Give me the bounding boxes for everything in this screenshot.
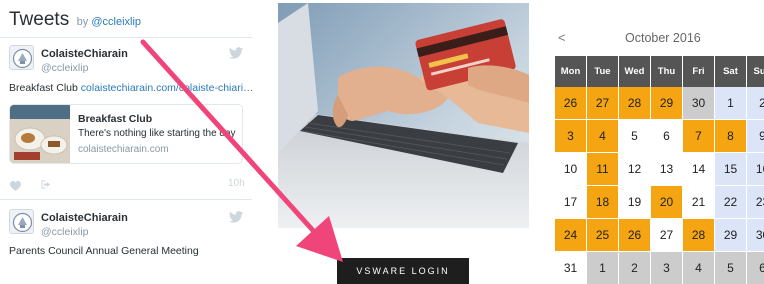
calendar-day[interactable]: 22: [715, 186, 746, 218]
weekday-header: Fri: [683, 56, 714, 87]
avatar[interactable]: [9, 45, 34, 70]
card-url: colaistechiarain.com: [78, 144, 169, 155]
prev-month-icon[interactable]: <: [558, 30, 566, 45]
calendar-day[interactable]: 1: [587, 252, 618, 284]
calendar-grid: Mon Tue Wed Thu Fri Sat Sun 262728293012…: [555, 56, 764, 284]
calendar-day[interactable]: 2: [619, 252, 650, 284]
calendar-day[interactable]: 31: [555, 252, 586, 284]
calendar-day[interactable]: 4: [587, 120, 618, 152]
calendar-week-row: 26 27 28 29 30 1 2: [555, 87, 764, 120]
calendar-day[interactable]: 23: [747, 186, 764, 218]
calendar-weeks: 2627282930123456789101112131415161718192…: [555, 87, 764, 284]
calendar-day[interactable]: 7: [683, 120, 714, 152]
tweet-timestamp[interactable]: 10h: [228, 178, 245, 189]
weekday-header: Sun: [747, 56, 764, 87]
twitter-timeline: Tweets by @ccleixlip ColaisteChiarain @c…: [0, 0, 252, 284]
calendar-day[interactable]: 29: [651, 87, 682, 119]
byline-by: by: [76, 16, 89, 28]
vsware-login-button[interactable]: VSWARE LOGIN: [337, 258, 469, 284]
twitter-bird-icon[interactable]: [229, 210, 243, 228]
calendar-day[interactable]: 30: [683, 87, 714, 119]
tweet-text: Parents Council Annual General Meeting: [9, 245, 199, 257]
avatar[interactable]: [9, 209, 34, 234]
calendar-day[interactable]: 17: [555, 186, 586, 218]
card-title: Breakfast Club: [78, 113, 153, 125]
card-image: [10, 105, 70, 163]
twitter-bird-icon[interactable]: [229, 46, 243, 64]
online-payment-photo: [278, 3, 529, 228]
calendar-day[interactable]: 6: [651, 120, 682, 152]
calendar-day[interactable]: 26: [619, 219, 650, 251]
divider: [0, 37, 252, 38]
tweet-text: Breakfast Club colaistechiarain.com/cola…: [9, 82, 252, 94]
share-icon[interactable]: [40, 177, 52, 195]
weekday-header-row: Mon Tue Wed Thu Fri Sat Sun: [555, 56, 764, 87]
calendar-day[interactable]: 21: [683, 186, 714, 218]
calendar-month-title: October 2016: [625, 31, 701, 45]
tweet-author-name[interactable]: ColaisteChiarain: [41, 212, 128, 224]
calendar-week-row: 10111213141516: [555, 153, 764, 186]
calendar-day[interactable]: 8: [715, 120, 746, 152]
tweet-card[interactable]: Breakfast Club There's nothing like star…: [9, 104, 243, 164]
calendar-day[interactable]: 4: [683, 252, 714, 284]
calendar-day[interactable]: 24: [555, 219, 586, 251]
calendar-day[interactable]: 29: [715, 219, 746, 251]
tweet-author-name[interactable]: ColaisteChiarain: [41, 48, 128, 60]
calendar-day[interactable]: 10: [555, 153, 586, 185]
weekday-header: Wed: [619, 56, 650, 87]
calendar-day[interactable]: 27: [587, 87, 618, 119]
calendar-day[interactable]: 26: [555, 87, 586, 119]
calendar-day[interactable]: 28: [619, 87, 650, 119]
card-description: There's nothing like starting the day: [78, 128, 236, 139]
calendar-week-row: 24252627282930: [555, 219, 764, 252]
calendar-week-row: 31 1 2 3 4 5 6: [555, 252, 764, 284]
calendar-day[interactable]: 1: [715, 87, 746, 119]
calendar-day[interactable]: 25: [587, 219, 618, 251]
tweet-author-handle[interactable]: @ccleixlip: [41, 62, 88, 74]
calendar-day[interactable]: 18: [587, 186, 618, 218]
calendar-day[interactable]: 3: [555, 120, 586, 152]
calendar-day[interactable]: 30: [747, 219, 764, 251]
calendar-day[interactable]: 5: [619, 120, 650, 152]
calendar-day[interactable]: 3: [651, 252, 682, 284]
weekday-header: Tue: [587, 56, 618, 87]
tweet-text-body: Breakfast Club: [9, 82, 81, 94]
timeline-title: Tweets: [9, 9, 70, 30]
calendar-day[interactable]: 9: [747, 120, 764, 152]
calendar-day[interactable]: 11: [587, 153, 618, 185]
calendar-week-row: 17181920212223: [555, 186, 764, 219]
calendar-day[interactable]: 19: [619, 186, 650, 218]
timeline-byline: by @ccleixlip: [77, 16, 141, 28]
calendar-day[interactable]: 20: [651, 186, 682, 218]
calendar-day[interactable]: 2: [747, 87, 764, 119]
weekday-header: Thu: [651, 56, 682, 87]
timeline-handle-link[interactable]: @ccleixlip: [91, 16, 141, 28]
calendar-week-row: 3456789: [555, 120, 764, 153]
calendar-day[interactable]: 15: [715, 153, 746, 185]
calendar-day[interactable]: 13: [651, 153, 682, 185]
weekday-header: Sat: [715, 56, 746, 87]
calendar-day[interactable]: 12: [619, 153, 650, 185]
calendar-day[interactable]: 6: [747, 252, 764, 284]
weekday-header: Mon: [555, 56, 586, 87]
calendar-day[interactable]: 16: [747, 153, 764, 185]
tweet-author-handle[interactable]: @ccleixlip: [41, 226, 88, 238]
calendar-day[interactable]: 28: [683, 219, 714, 251]
calendar-day[interactable]: 5: [715, 252, 746, 284]
timeline-header: Tweets by @ccleixlip: [9, 9, 141, 31]
event-calendar: < October 2016 Mon Tue Wed Thu Fri Sat S…: [555, 24, 764, 284]
calendar-day[interactable]: 14: [683, 153, 714, 185]
divider: [0, 199, 252, 200]
tweet-link[interactable]: colaistechiarain.com/colaiste-chiari…: [81, 82, 252, 94]
calendar-day[interactable]: 27: [651, 219, 682, 251]
heart-icon[interactable]: [10, 178, 21, 196]
